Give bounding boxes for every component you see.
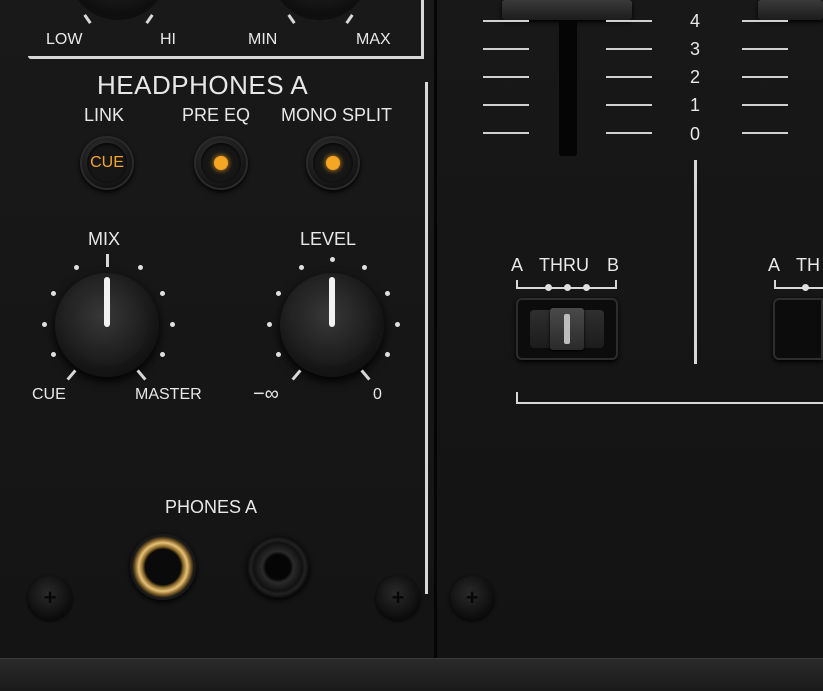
mix-scale-dot: [51, 291, 56, 296]
pre-eq-label: PRE EQ: [182, 105, 251, 125]
level-scale-dot: [276, 352, 281, 357]
xf-assign-a-label: A: [511, 255, 524, 275]
xf-assign-a-label-next: A: [768, 255, 781, 275]
xf-assign-thru-label: THRU: [539, 255, 589, 275]
level-max-label: 0: [373, 386, 382, 403]
fader-scale-3: 3: [690, 39, 701, 59]
fader-scale-tick: [742, 132, 788, 134]
fader-scale-tick: [742, 104, 788, 106]
fader-scale-tick: [606, 132, 652, 134]
mixer-channel-panel: [437, 0, 823, 658]
mix-cue-label: CUE: [32, 386, 66, 403]
section-divider: [425, 82, 428, 594]
mix-scale-dot: [74, 265, 79, 270]
level-scale-dot: [395, 322, 400, 327]
level-scale-dot: [267, 322, 272, 327]
xf-assign-bracket-left: [516, 280, 518, 289]
fader-scale-tick: [742, 48, 788, 50]
level-scale-dot: [362, 265, 367, 270]
fader-scale-tick: [606, 76, 652, 78]
level-scale-dot: [276, 291, 281, 296]
fader-scale-tick: [483, 20, 529, 22]
mix-center-tick: [106, 254, 109, 267]
level-scale-dot: [385, 291, 390, 296]
screw-icon: +: [28, 576, 72, 620]
mix-scale-dot: [160, 291, 165, 296]
channel-fader-slot: [559, 20, 577, 156]
level-scale-dot: [330, 257, 335, 262]
fader-scale-tick: [483, 48, 529, 50]
level-knob-indicator: [329, 277, 335, 327]
phones-label: PHONES A: [165, 497, 258, 517]
link-cue-button[interactable]: CUE: [80, 136, 134, 190]
channel-fader-cap-right[interactable]: [758, 0, 823, 20]
level-label: LEVEL: [300, 229, 357, 249]
xf-assign-dot: [564, 284, 571, 291]
eq-low-label: LOW: [46, 31, 83, 48]
mono-split-button[interactable]: [306, 136, 360, 190]
crossfader-bracket: [516, 402, 823, 404]
xf-assign-dot: [802, 284, 809, 291]
fader-scale-4: 4: [690, 11, 701, 31]
xf-assign-bracket-next: [774, 287, 823, 289]
pre-eq-led-icon: [214, 156, 228, 170]
crossfader-assign-thumb[interactable]: [550, 308, 584, 350]
fader-scale-0: 0: [690, 124, 701, 144]
phones-jack-large-icon[interactable]: [130, 534, 196, 600]
xf-assign-bracket-right: [615, 280, 617, 289]
channel-fader-cap-left[interactable]: [502, 0, 632, 20]
eq-max-label: MAX: [356, 31, 391, 48]
xf-assign-thru-label-next: TH: [796, 255, 820, 275]
eq-bracket-bottom: [28, 56, 424, 59]
mix-scale-dot: [51, 352, 56, 357]
xf-assign-b-label: B: [607, 255, 620, 275]
mix-scale-dot: [170, 322, 175, 327]
phones-jack-mini-icon[interactable]: [247, 536, 309, 598]
screw-icon: +: [450, 576, 494, 620]
fader-scale-tick: [742, 76, 788, 78]
link-label: LINK: [84, 105, 125, 125]
eq-min-label: MIN: [248, 31, 278, 48]
xf-assign-dot: [583, 284, 590, 291]
fader-scale-1: 1: [690, 95, 701, 115]
mono-split-label: MONO SPLIT: [281, 105, 393, 125]
fader-scale-tick: [606, 104, 652, 106]
pre-eq-button[interactable]: [194, 136, 248, 190]
channel-divider: [694, 160, 697, 364]
mono-split-led-icon: [326, 156, 340, 170]
mix-scale-dot: [138, 265, 143, 270]
mix-label: MIX: [88, 229, 121, 249]
mix-knob[interactable]: [55, 273, 159, 377]
link-cue-button-face: CUE: [87, 143, 127, 183]
fader-scale-tick: [483, 132, 529, 134]
fader-scale-tick: [483, 76, 529, 78]
level-min-label: −∞: [253, 383, 279, 405]
screw-icon: +: [376, 576, 420, 620]
fader-scale-tick: [742, 20, 788, 22]
crossfader-assign-switch[interactable]: [516, 298, 618, 360]
fader-scale-tick: [606, 20, 652, 22]
fader-scale-tick: [606, 48, 652, 50]
fader-scale-2: 2: [690, 67, 701, 87]
headphones-title: HEADPHONES A: [97, 70, 309, 100]
xf-assign-dot: [545, 284, 552, 291]
eq-hi-label: HI: [160, 31, 176, 48]
crossfader-assign-switch-next[interactable]: [773, 298, 823, 360]
crossfader-bracket-left: [516, 392, 518, 404]
fader-scale-tick: [483, 104, 529, 106]
eq-bracket-side: [421, 0, 424, 59]
xf-assign-bracket-left-next: [774, 280, 776, 289]
cue-text: CUE: [90, 154, 124, 171]
mix-knob-indicator: [104, 277, 110, 327]
mix-master-label: MASTER: [135, 386, 202, 403]
level-knob[interactable]: [280, 273, 384, 377]
pre-eq-button-face: [201, 143, 241, 183]
bottom-bezel: [0, 658, 823, 691]
level-scale-dot: [385, 352, 390, 357]
mix-scale-dot: [160, 352, 165, 357]
level-scale-dot: [299, 265, 304, 270]
mix-scale-dot: [42, 322, 47, 327]
mono-split-button-face: [313, 143, 353, 183]
